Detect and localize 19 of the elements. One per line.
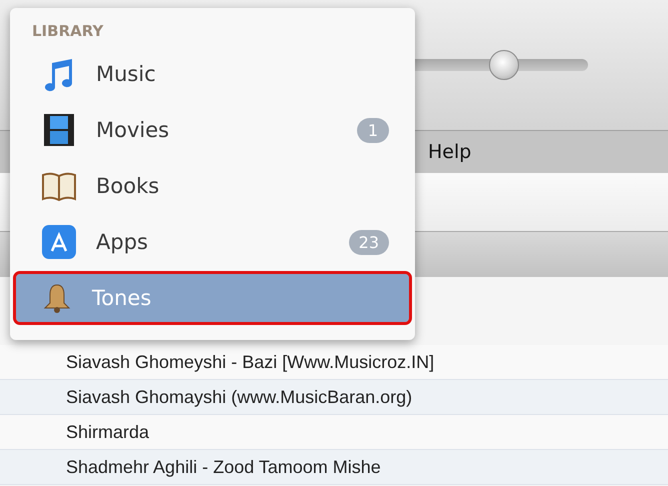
library-item-label: Music xyxy=(96,62,157,86)
library-header: LIBRARY xyxy=(31,22,104,42)
library-item[interactable]: Movies 1 xyxy=(10,102,415,158)
count-badge: 1 xyxy=(357,118,389,142)
library-item-label: Tones xyxy=(92,286,152,310)
library-item[interactable]: Music xyxy=(10,46,415,102)
count-badge: 23 xyxy=(348,230,389,254)
library-item[interactable]: Books xyxy=(10,158,415,214)
song-row[interactable]: Shadmehr Aghili - Zood Tamoom Mishe xyxy=(0,450,668,485)
song-row[interactable]: Shirmarda xyxy=(0,415,668,450)
app-store-icon xyxy=(40,223,78,261)
volume-thumb[interactable] xyxy=(488,50,519,80)
song-row[interactable]: Siavash Ghomayshi (www.MusicBaran.org) xyxy=(0,380,668,415)
library-item-label: Movies xyxy=(96,118,170,142)
library-item[interactable]: Apps 23 xyxy=(10,214,415,270)
library-item-label: Apps xyxy=(96,230,149,254)
song-row[interactable]: Siavash Ghomeyshi - Bazi [Www.Musicroz.IN] xyxy=(0,345,668,380)
menu-item[interactable]: Help xyxy=(428,141,472,163)
library-item-label: Books xyxy=(96,174,160,198)
